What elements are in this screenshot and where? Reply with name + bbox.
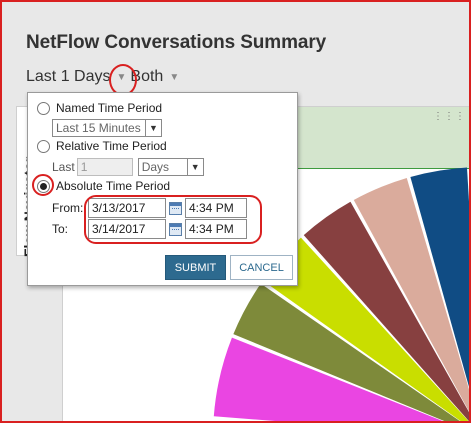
annotation-circle-datetime: [84, 195, 262, 244]
relative-count-input[interactable]: 1: [76, 158, 133, 176]
absolute-period-label: Absolute Time Period: [56, 179, 171, 193]
chevron-down-icon[interactable]: ▼: [169, 72, 179, 83]
from-label: From:: [52, 201, 84, 215]
relative-unit-value: Days: [141, 160, 170, 174]
time-period-selector[interactable]: Last 1 Days: [26, 68, 110, 85]
relative-unit-select[interactable]: Days ▼: [137, 158, 204, 176]
cancel-button[interactable]: CANCEL: [230, 255, 293, 280]
time-filter-bar: Last 1 Days ▼ Both ▼: [26, 68, 183, 86]
named-period-select[interactable]: Last 15 Minutes ▼: [52, 119, 162, 137]
named-period-value: Last 15 Minutes: [56, 121, 141, 135]
to-label: To:: [52, 222, 69, 236]
named-period-option[interactable]: Named Time Period: [37, 101, 162, 115]
chevron-down-icon[interactable]: ▼: [145, 120, 161, 136]
named-period-label: Named Time Period: [56, 101, 163, 115]
chevron-down-icon[interactable]: ▼: [186, 159, 203, 175]
absolute-period-option[interactable]: Absolute Time Period: [37, 179, 170, 193]
app-frame: NetFlow Conversations Summary Last 1 Day…: [0, 0, 471, 423]
page-title: NetFlow Conversations Summary: [26, 32, 327, 53]
relative-last-label: Last: [52, 160, 75, 174]
relative-period-radio[interactable]: [37, 139, 50, 153]
time-period-popup: Named Time Period Last 15 Minutes ▼ Rela…: [27, 92, 298, 286]
relative-period-controls: Last 1 Days ▼: [52, 158, 204, 176]
submit-button[interactable]: SUBMIT: [165, 255, 226, 280]
annotation-circle-radio: [32, 174, 54, 196]
named-period-radio[interactable]: [37, 101, 50, 115]
relative-period-label: Relative Time Period: [56, 139, 167, 153]
relative-period-option[interactable]: Relative Time Period: [37, 139, 167, 153]
